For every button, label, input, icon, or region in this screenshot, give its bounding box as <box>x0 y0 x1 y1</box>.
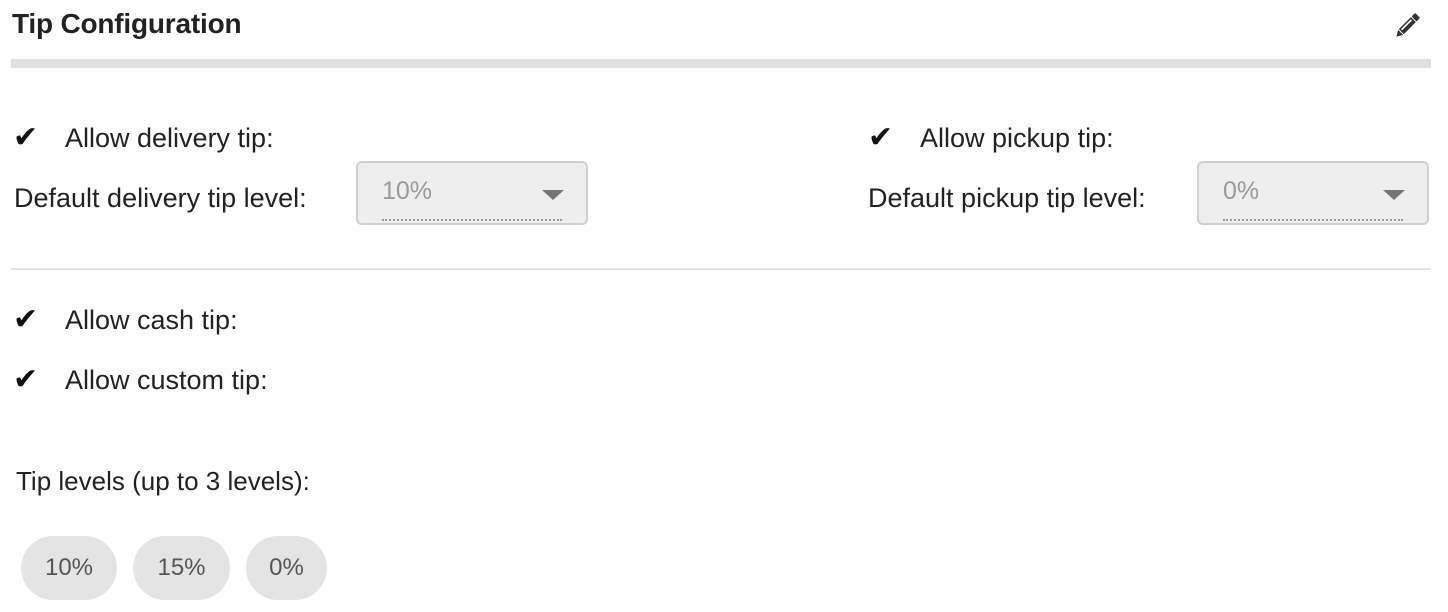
tip-levels-label: Tip levels (up to 3 levels): <box>16 466 310 496</box>
page-title: Tip Configuration <box>12 8 242 39</box>
allow-cash-tip-label: Allow cash tip: <box>65 304 238 335</box>
tip-level-chip[interactable]: 15% <box>133 536 230 600</box>
chevron-down-icon <box>1383 190 1405 200</box>
allow-pickup-tip-checkbox[interactable]: ✔ Allow pickup tip: <box>868 118 1114 158</box>
default-pickup-tip-select[interactable]: 0% <box>1197 161 1429 225</box>
section-divider <box>11 268 1431 270</box>
allow-delivery-tip-label: Allow delivery tip: <box>65 122 274 153</box>
allow-custom-tip-label: Allow custom tip: <box>65 364 268 395</box>
chevron-down-icon <box>542 190 564 200</box>
default-pickup-tip-label: Default pickup tip level: <box>868 183 1146 213</box>
default-delivery-tip-value: 10% <box>382 177 433 205</box>
tip-configuration-panel: Tip Configuration ✔ Allow delivery tip: … <box>0 0 1448 612</box>
allow-cash-tip-checkbox[interactable]: ✔ Allow cash tip: <box>13 300 238 340</box>
tip-level-chip[interactable]: 10% <box>21 536 117 600</box>
checkmark-icon: ✔ <box>868 121 894 154</box>
allow-pickup-tip-label: Allow pickup tip: <box>920 122 1114 153</box>
dotted-underline <box>1223 219 1403 221</box>
checkmark-icon: ✔ <box>13 363 39 396</box>
checkmark-icon: ✔ <box>13 121 39 154</box>
edit-button[interactable] <box>1391 10 1423 42</box>
tip-level-chip[interactable]: 0% <box>246 536 327 600</box>
default-delivery-tip-label: Default delivery tip level: <box>14 183 307 213</box>
allow-custom-tip-checkbox[interactable]: ✔ Allow custom tip: <box>13 360 268 400</box>
checkmark-icon: ✔ <box>13 303 39 336</box>
default-delivery-tip-select[interactable]: 10% <box>356 161 588 225</box>
pencil-icon <box>1396 13 1420 37</box>
header-divider <box>11 59 1431 68</box>
dotted-underline <box>382 219 562 221</box>
allow-delivery-tip-checkbox[interactable]: ✔ Allow delivery tip: <box>13 118 274 158</box>
panel-header: Tip Configuration <box>11 0 1431 58</box>
default-pickup-tip-value: 0% <box>1223 177 1260 205</box>
